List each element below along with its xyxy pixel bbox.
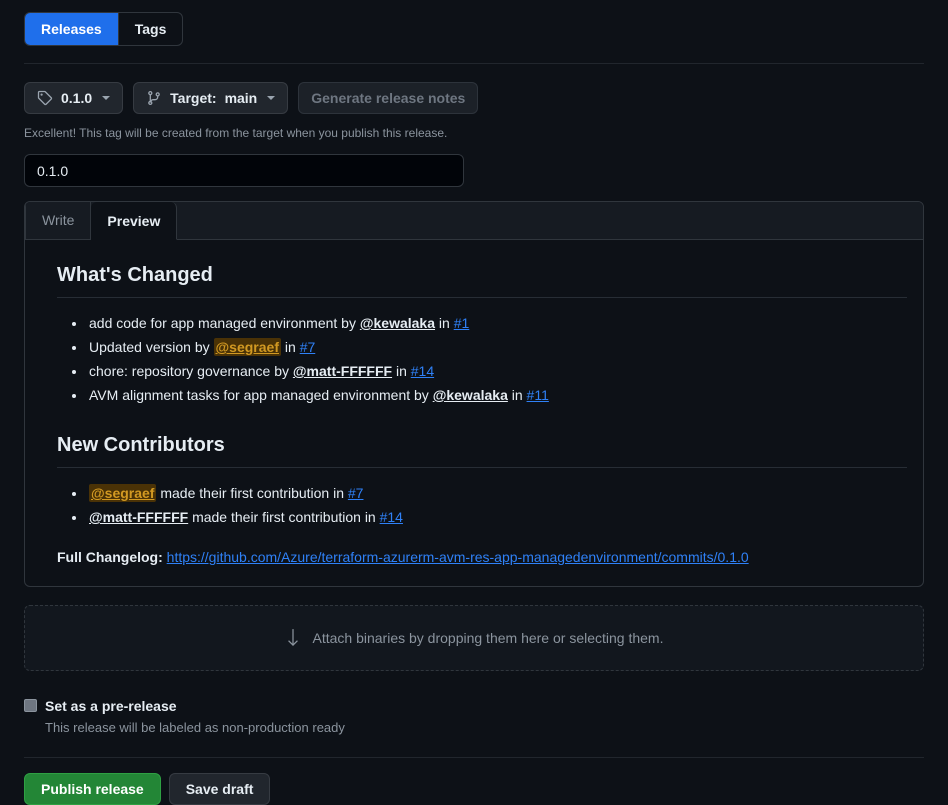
heading-divider — [57, 467, 907, 468]
item-text: in — [392, 363, 411, 379]
target-selector-value: main — [225, 89, 258, 107]
prerelease-section: Set as a pre-release This release will b… — [24, 696, 924, 738]
target-selector-label: Target: — [170, 89, 216, 107]
issue-link[interactable]: #14 — [380, 509, 403, 525]
user-mention-link[interactable]: @segraef — [214, 338, 281, 356]
full-changelog-label: Full Changelog: — [57, 549, 163, 565]
attach-binaries-dropzone[interactable]: Attach binaries by dropping them here or… — [24, 605, 924, 671]
section-heading-new-contributors: New Contributors — [57, 432, 907, 458]
issue-link[interactable]: #11 — [527, 387, 549, 403]
tag-helper-text: Excellent! This tag will be created from… — [24, 124, 924, 142]
new-contributors-list: @segraef made their first contribution i… — [41, 481, 907, 529]
user-mention-link[interactable]: @matt-FFFFFF — [293, 363, 392, 379]
item-text: made their first contribution in — [156, 485, 347, 501]
item-text: in — [281, 339, 300, 355]
user-mention-link[interactable]: @kewalaka — [433, 387, 508, 403]
whats-changed-list: add code for app managed environment by … — [41, 311, 907, 407]
user-mention-link[interactable]: @segraef — [89, 484, 156, 502]
release-form-page: Releases Tags 0.1.0 — [0, 0, 948, 805]
full-changelog-line: Full Changelog: https://github.com/Azure… — [57, 546, 907, 568]
generate-release-notes-button[interactable]: Generate release notes — [298, 82, 478, 114]
publish-release-button[interactable]: Publish release — [24, 773, 161, 805]
item-text: add code for app managed environment by — [89, 315, 360, 331]
issue-link[interactable]: #1 — [454, 315, 470, 331]
list-item: AVM alignment tasks for app managed envi… — [87, 383, 907, 407]
release-notes-editor: Write Preview What's Changed add code fo… — [24, 201, 924, 587]
user-mention-link[interactable]: @kewalaka — [360, 315, 435, 331]
item-text: made their first contribution in — [188, 509, 379, 525]
prerelease-label: Set as a pre-release — [45, 696, 345, 716]
releases-tags-tabs: Releases Tags — [24, 12, 183, 46]
list-item: Updated version by @segraef in #7 — [87, 335, 907, 359]
actions-divider — [24, 757, 924, 758]
prerelease-description: This release will be labeled as non-prod… — [45, 718, 345, 738]
release-title-input[interactable] — [24, 154, 464, 187]
editor-tabs: Write Preview — [25, 202, 923, 240]
prerelease-checkbox[interactable] — [24, 699, 37, 712]
heading-divider — [57, 297, 907, 298]
save-draft-button[interactable]: Save draft — [169, 773, 271, 805]
item-text: chore: repository governance by — [89, 363, 293, 379]
list-item: @matt-FFFFFF made their first contributi… — [87, 505, 907, 529]
chevron-down-icon — [102, 96, 110, 100]
arrow-down-icon — [285, 630, 301, 646]
tab-write[interactable]: Write — [25, 201, 91, 239]
tab-releases[interactable]: Releases — [25, 13, 119, 45]
user-mention-link[interactable]: @matt-FFFFFF — [89, 509, 188, 525]
item-text: in — [508, 387, 527, 403]
list-item: @segraef made their first contribution i… — [87, 481, 907, 505]
issue-link[interactable]: #7 — [300, 339, 316, 355]
section-heading-whats-changed: What's Changed — [57, 262, 907, 288]
item-text: in — [435, 315, 454, 331]
issue-link[interactable]: #14 — [411, 363, 434, 379]
item-text: Updated version by — [89, 339, 214, 355]
issue-link[interactable]: #7 — [348, 485, 364, 501]
release-controls-row: 0.1.0 Target: main Generate release note… — [24, 82, 924, 114]
tab-preview[interactable]: Preview — [91, 202, 177, 240]
tag-selector-label: 0.1.0 — [61, 89, 92, 107]
preview-body: What's Changed add code for app managed … — [25, 240, 923, 586]
tag-icon — [37, 90, 53, 106]
form-actions: Publish release Save draft — [24, 773, 924, 805]
tab-tags[interactable]: Tags — [119, 13, 183, 45]
dropzone-label: Attach binaries by dropping them here or… — [313, 630, 664, 646]
full-changelog-link[interactable]: https://github.com/Azure/terraform-azure… — [167, 549, 749, 565]
header-divider — [24, 63, 924, 64]
item-text: AVM alignment tasks for app managed envi… — [89, 387, 433, 403]
git-branch-icon — [146, 90, 162, 106]
chevron-down-icon — [267, 96, 275, 100]
tag-selector-button[interactable]: 0.1.0 — [24, 82, 123, 114]
target-selector-button[interactable]: Target: main — [133, 82, 288, 114]
list-item: chore: repository governance by @matt-FF… — [87, 359, 907, 383]
list-item: add code for app managed environment by … — [87, 311, 907, 335]
